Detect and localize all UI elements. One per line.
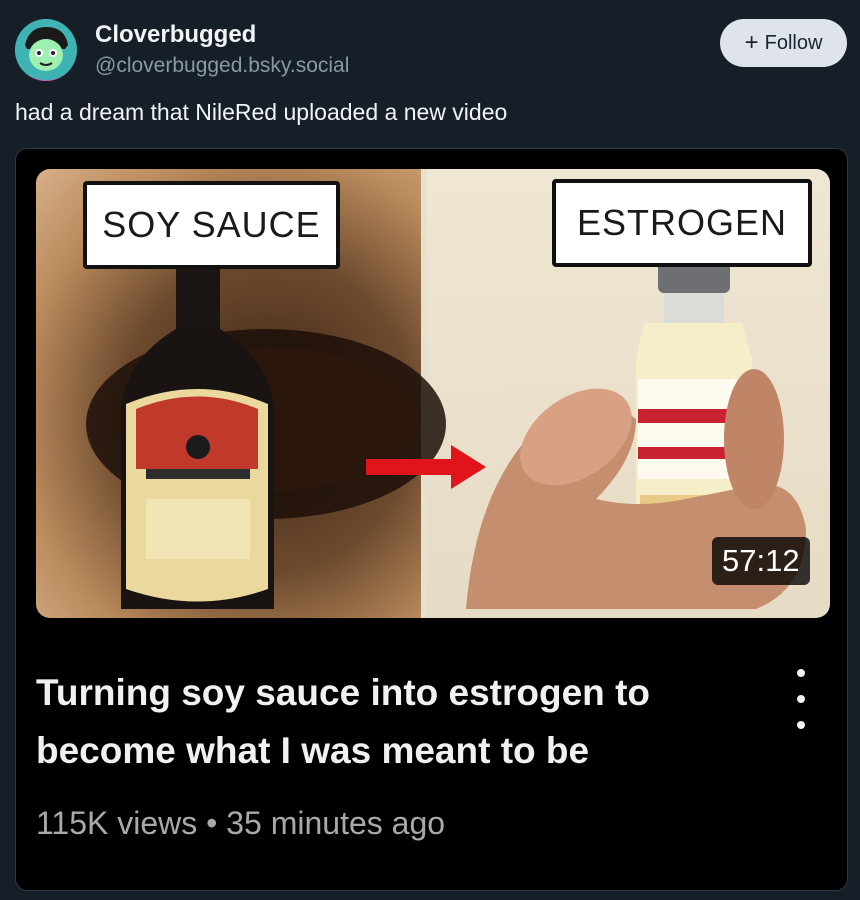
video-thumbnail[interactable]: SOY SAUCE ESTROGEN 57:12 [36,169,830,618]
more-dot [797,669,805,677]
video-title[interactable]: Turning soy sauce into estrogen to becom… [36,664,736,780]
avatar[interactable] [15,19,77,81]
upload-age: 35 minutes ago [226,805,446,841]
follow-label: Follow [764,31,823,54]
soy-sauce-label: SOY SAUCE [83,181,340,269]
meta-separator: • [206,805,218,841]
author-name[interactable]: Cloverbugged [95,21,256,49]
more-dot [797,721,805,729]
video-embed[interactable]: SOY SAUCE ESTROGEN 57:12 Turning soy sau… [15,148,848,891]
avatar-icon [15,19,77,81]
more-dot [797,695,805,703]
plus-icon: + [744,29,759,56]
estrogen-label: ESTROGEN [552,179,812,267]
video-duration-badge: 57:12 [712,537,810,585]
soy-sauce-bottle-icon [121,269,274,609]
more-vertical-icon[interactable] [786,669,816,729]
post-text: had a dream that NileRed uploaded a new … [15,99,508,125]
video-meta: 115K views • 35 minutes ago [36,805,445,842]
follow-button[interactable]: + Follow [720,19,847,67]
author-handle[interactable]: @cloverbugged.bsky.social [95,54,349,78]
view-count: 115K views [36,805,198,841]
